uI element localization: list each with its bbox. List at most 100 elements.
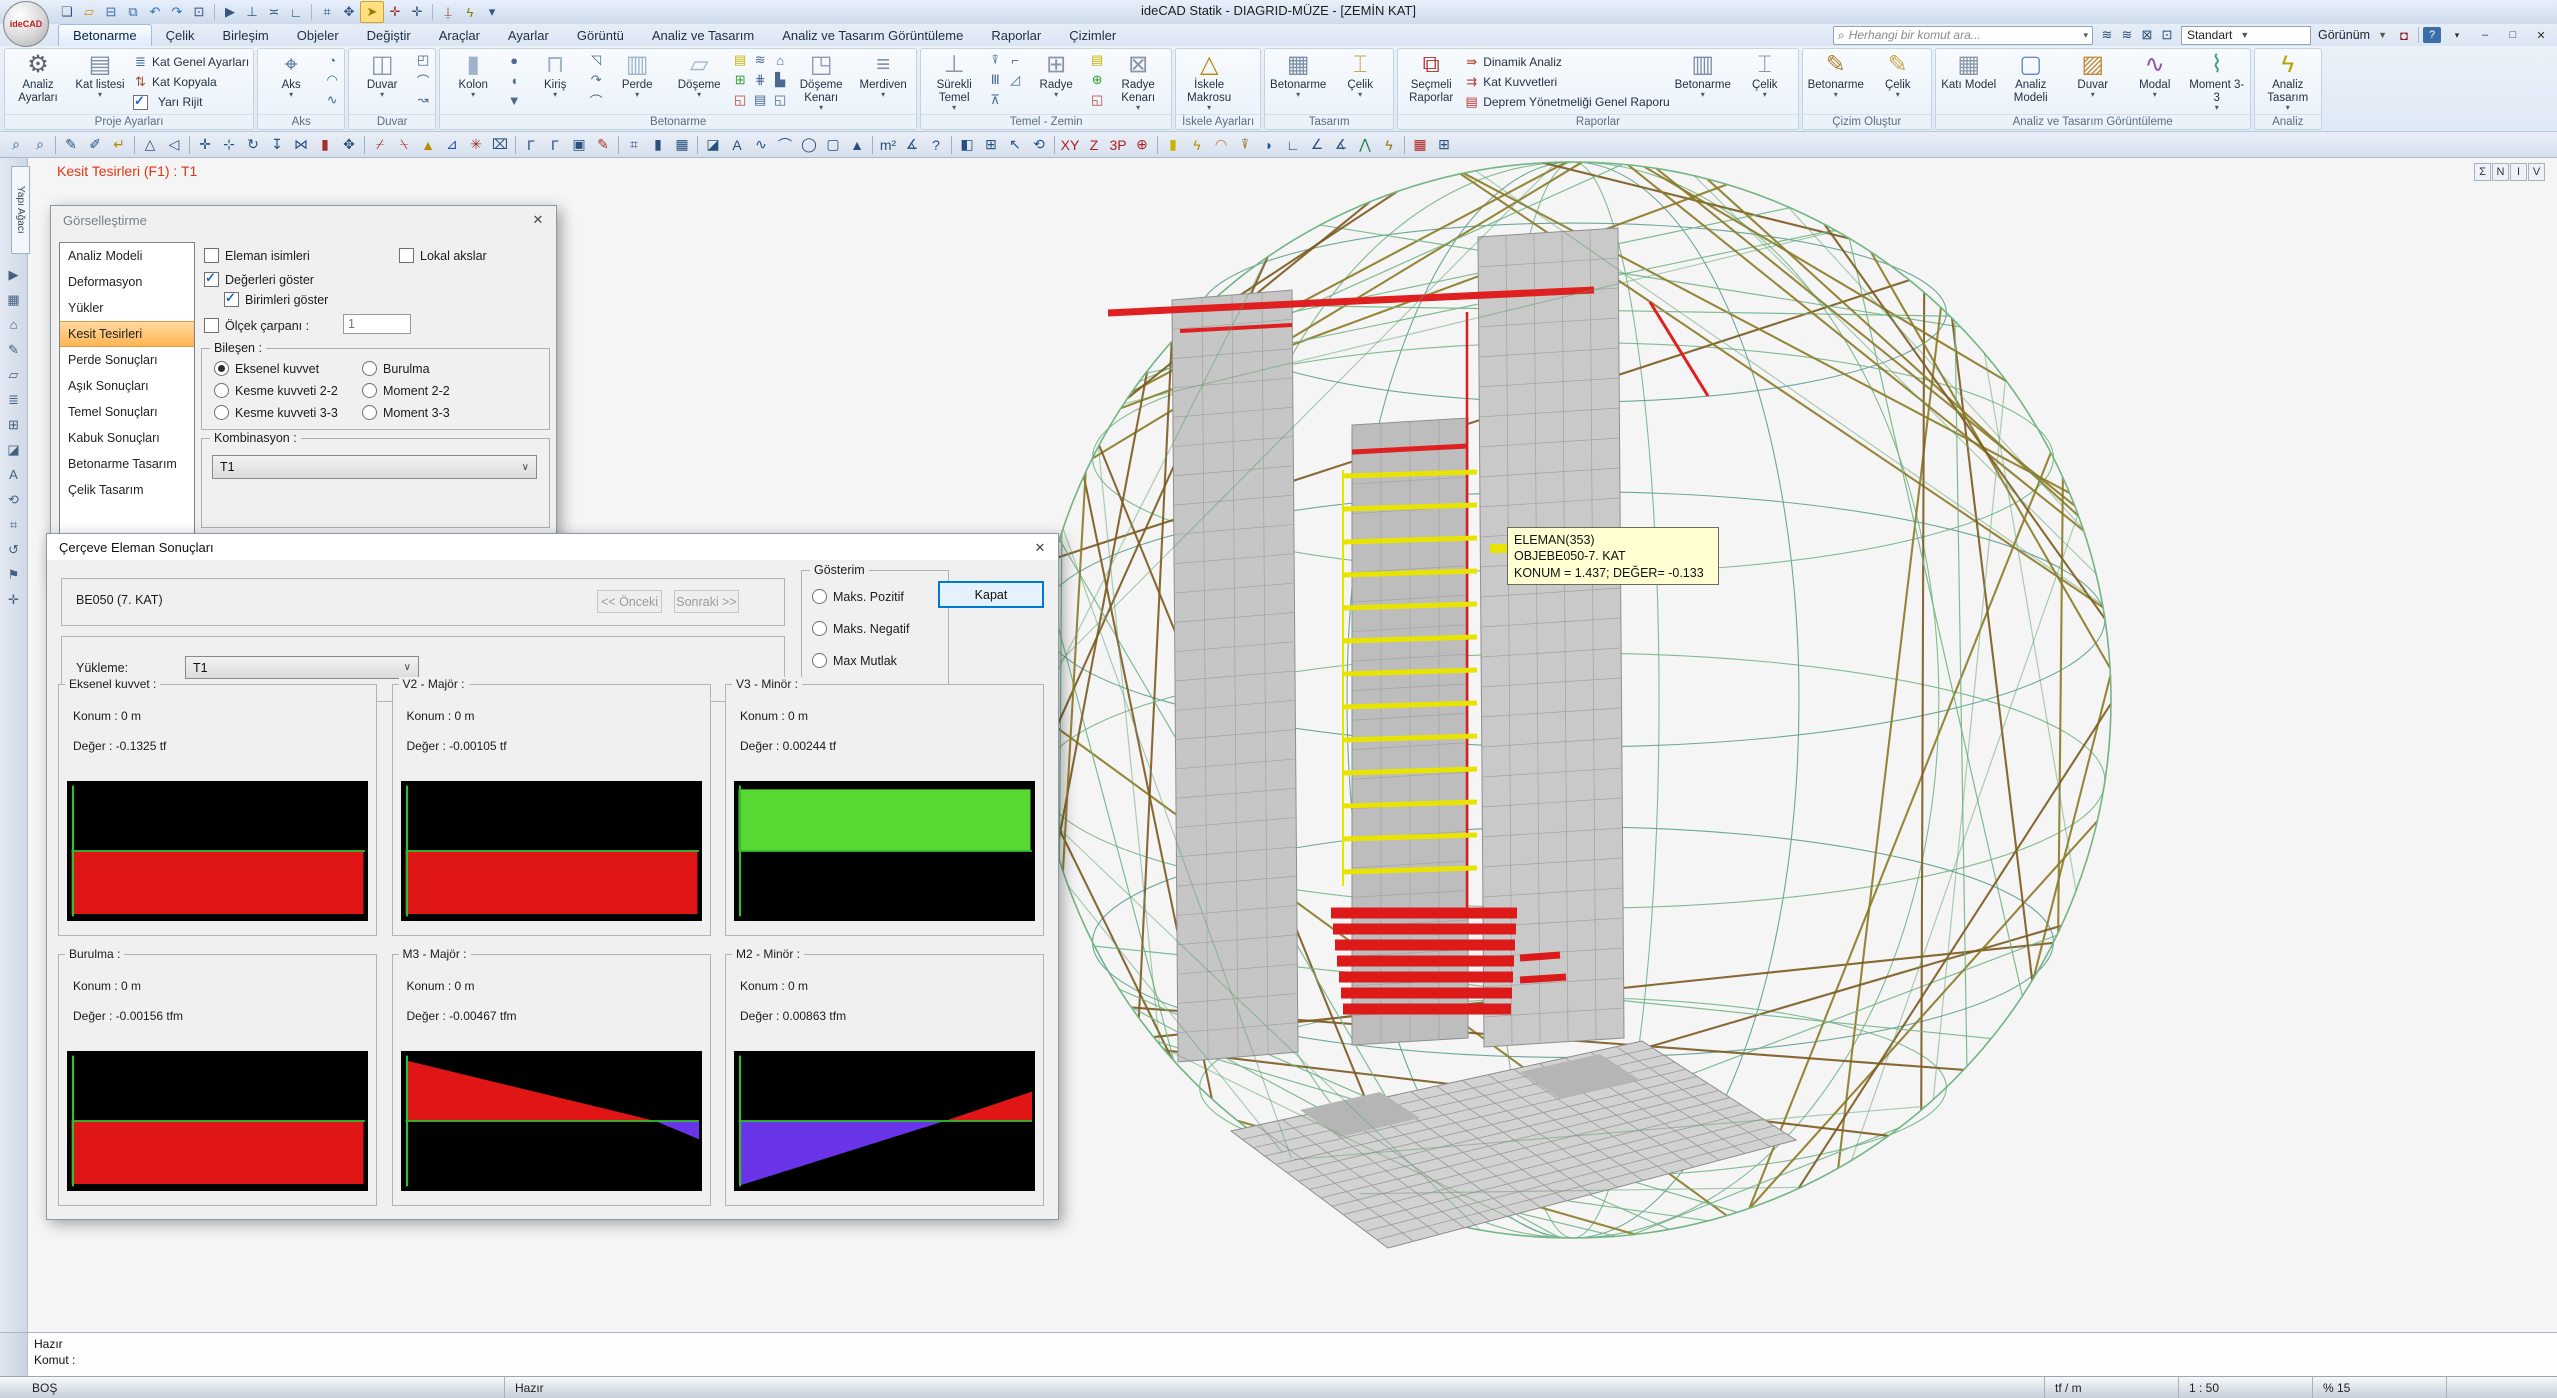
grid-windows-icon[interactable]: ⊞ xyxy=(1432,134,1456,156)
tab-analiz-ve-tasar-m[interactable]: Analiz ve Tasarım xyxy=(638,25,768,46)
viewport-view-icon[interactable]: V xyxy=(2528,163,2545,181)
tab-de-i-tir[interactable]: Değiştir xyxy=(353,25,425,46)
rotate-icon[interactable]: ↻ xyxy=(241,134,265,156)
ribbon-modal[interactable]: ∿Modal▾ xyxy=(2124,50,2186,113)
refresh-tool-icon[interactable]: ↺ xyxy=(0,537,27,562)
viewport-north-icon[interactable]: N xyxy=(2492,163,2509,181)
coord-xy-icon[interactable]: XY xyxy=(1058,134,1082,156)
status-zoom[interactable]: % 15 xyxy=(2313,1377,2447,1398)
storey-icon[interactable]: ⌂ xyxy=(0,312,27,337)
ribbon-i-skele-makrosu[interactable]: △İskele Makrosu▾ xyxy=(1178,50,1240,113)
combination-combobox[interactable]: T1 ∨ xyxy=(212,455,537,479)
close-kapat-button[interactable]: Kapat xyxy=(938,581,1044,608)
help-button[interactable]: ? xyxy=(2423,27,2441,43)
radio-moment-33[interactable]: Moment 3-3 xyxy=(362,405,450,420)
explode-icon[interactable]: ✳ xyxy=(464,134,488,156)
command-prompt[interactable]: Komut : xyxy=(34,1352,75,1368)
ribbon-mini-icon[interactable]: ◱ xyxy=(1087,90,1107,110)
delete-icon[interactable]: ⌧ xyxy=(488,134,512,156)
move-icon[interactable]: ✛ xyxy=(193,134,217,156)
block-icon[interactable]: ▮ xyxy=(646,134,670,156)
ribbon-mini-icon[interactable]: ◠ xyxy=(322,70,342,90)
list-item-y-kler[interactable]: Yükler xyxy=(60,295,194,321)
ribbon-radye-kenar[interactable]: ⊠Radye Kenarı▾ xyxy=(1107,50,1169,113)
ribbon-mini-icon[interactable]: ▙ xyxy=(770,70,790,90)
style-select[interactable]: Standart ▼ xyxy=(2181,26,2311,45)
radio-icon[interactable] xyxy=(214,361,229,376)
radio-icon[interactable] xyxy=(362,361,377,376)
search-input[interactable]: ⌕ Herhangi bir komut ara... ▾ xyxy=(1833,26,2093,45)
ribbon-mini-icon[interactable]: ⌒ xyxy=(586,90,606,110)
radio-max-mutlak[interactable]: Max Mutlak xyxy=(812,653,897,668)
corner-left-icon[interactable]: Γ xyxy=(519,134,543,156)
axis-angle-icon[interactable]: ∠ xyxy=(1305,134,1329,156)
coord-3p-icon[interactable]: 3P xyxy=(1106,134,1130,156)
tab-izimler[interactable]: Çizimler xyxy=(1055,25,1130,46)
draw-line-icon[interactable]: ✐ xyxy=(83,134,107,156)
ribbon-mini-icon[interactable]: ⋕ xyxy=(750,70,770,90)
ribbon-yar-rijit[interactable]: Yarı Rijit xyxy=(133,92,249,112)
help-dropdown-icon[interactable]: ▾ xyxy=(2445,27,2469,43)
render-tool-icon[interactable]: ◪ xyxy=(0,437,27,462)
radio-eksenel-kuvvet[interactable]: Eksenel kuvvet xyxy=(214,361,319,376)
hatch-icon[interactable]: ▦ xyxy=(670,134,694,156)
chart-peak-icon[interactable]: ⋀ xyxy=(1353,134,1377,156)
stretch-icon[interactable]: ⊹ xyxy=(217,134,241,156)
orbit-icon[interactable]: ⟲ xyxy=(1027,134,1051,156)
ribbon-betonarme[interactable]: ▥Betonarme▾ xyxy=(1672,50,1734,113)
area-measure-icon[interactable]: m² xyxy=(876,134,900,156)
sketch-red-icon[interactable]: ✎ xyxy=(591,134,615,156)
corner-right-icon[interactable]: Γ xyxy=(543,134,567,156)
fillet-icon[interactable]: ⊿ xyxy=(440,134,464,156)
radio-maks-negatif[interactable]: Maks. Negatif xyxy=(812,621,909,636)
select-tool-icon[interactable]: ▶ xyxy=(0,262,27,287)
ribbon-betonarme[interactable]: ▦Betonarme▾ xyxy=(1267,50,1329,113)
ribbon-mini-icon[interactable]: ⌐ xyxy=(1005,50,1025,70)
tab-objeler[interactable]: Objeler xyxy=(283,25,353,46)
list-item-kabuk-sonu-lar[interactable]: Kabuk Sonuçları xyxy=(60,425,194,451)
ribbon-s-rekli-temel[interactable]: ⊥Sürekli Temel▾ xyxy=(923,50,985,113)
ribbon-analiz-ayarlar[interactable]: ⚙Analiz Ayarları xyxy=(7,50,69,113)
previous-button[interactable]: << Önceki xyxy=(597,590,662,613)
checkbox-icon[interactable] xyxy=(133,95,148,110)
ribbon-d-eme-kenar[interactable]: ◳Döşeme Kenarı▾ xyxy=(790,50,852,113)
extend-icon[interactable]: ⍀ xyxy=(392,134,416,156)
ribbon-perde[interactable]: ▥Perde▾ xyxy=(606,50,668,113)
ribbon-mini-icon[interactable]: ◿ xyxy=(1005,70,1025,90)
image-icon[interactable]: ◪ xyxy=(701,134,725,156)
dome-icon[interactable]: ◠ xyxy=(1209,134,1233,156)
ribbon-mini-icon[interactable]: ◰ xyxy=(413,50,433,70)
angle-icon[interactable]: ∡ xyxy=(900,134,924,156)
ribbon-mini-icon[interactable]: ◱ xyxy=(770,90,790,110)
radio-icon[interactable] xyxy=(812,589,827,604)
radio-icon[interactable] xyxy=(214,405,229,420)
tab-betonarme[interactable]: Betonarme xyxy=(58,24,152,46)
ribbon-mini-icon[interactable]: ◖ xyxy=(504,70,524,90)
ribbon-kat-kuvvetleri[interactable]: ⇉Kat Kuvvetleri xyxy=(1464,72,1670,92)
tab-raporlar[interactable]: Raporlar xyxy=(977,25,1055,46)
list-item-a-k-sonu-lar[interactable]: Aşık Sonuçları xyxy=(60,373,194,399)
tab-analiz-ve-tasar-m-g-r-nt-leme[interactable]: Analiz ve Tasarım Görüntüleme xyxy=(768,25,977,46)
checkbox-lokal-akslar[interactable]: Lokal akslar xyxy=(399,248,487,263)
ribbon-duvar[interactable]: ◫Duvar▾ xyxy=(351,50,413,113)
list-item-elik-tasar-m[interactable]: Çelik Tasarım xyxy=(60,477,194,503)
checkbox-icon[interactable] xyxy=(204,248,219,263)
checkbox-icon[interactable] xyxy=(224,292,239,307)
tab-elik[interactable]: Çelik xyxy=(152,25,209,46)
ribbon-mini-icon[interactable]: ▤ xyxy=(750,90,770,110)
list-item-perde-sonu-lar[interactable]: Perde Sonuçları xyxy=(60,347,194,373)
ribbon-kolon[interactable]: ▮Kolon▾ xyxy=(442,50,504,113)
ribbon-mini-icon[interactable]: ⊞ xyxy=(730,70,750,90)
ribbon-mini-icon[interactable]: ◹ xyxy=(586,50,606,70)
radio-icon[interactable] xyxy=(812,653,827,668)
ribbon-moment-3-3[interactable]: ⌇Moment 3-3▾ xyxy=(2186,50,2248,113)
checkbox-icon[interactable] xyxy=(204,272,219,287)
ribbon-kat-kopyala[interactable]: ⇅Kat Kopyala xyxy=(133,72,249,92)
checkbox-icon[interactable] xyxy=(204,318,219,333)
project-tree-icon[interactable]: ▦ xyxy=(0,287,27,312)
radio-burulma[interactable]: Burulma xyxy=(362,361,430,376)
list-item-analiz-modeli[interactable]: Analiz Modeli xyxy=(60,243,194,269)
drawing-settings-icon[interactable]: ⊡ xyxy=(2157,26,2177,44)
close-icon[interactable]: ✕ xyxy=(1022,534,1058,562)
ribbon-elik[interactable]: ✎Çelik▾ xyxy=(1867,50,1929,113)
